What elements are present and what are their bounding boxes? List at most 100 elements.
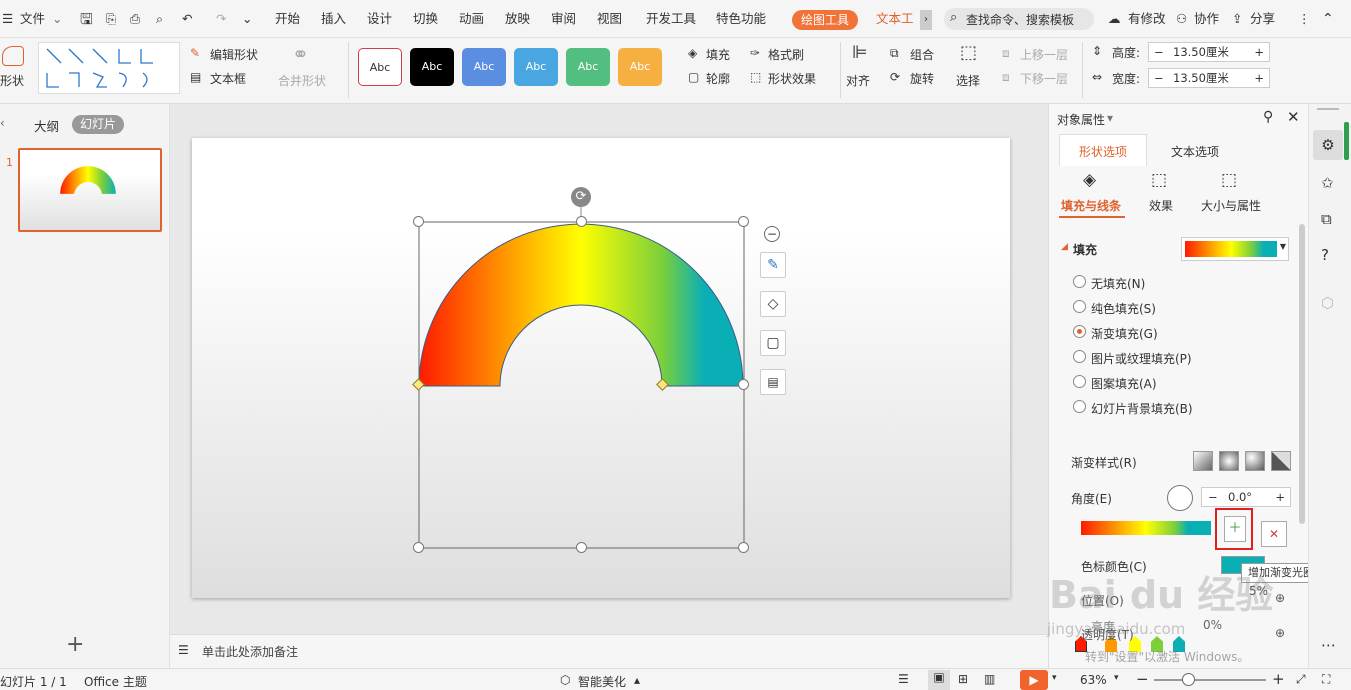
gradient-linear-icon[interactable] [1193,451,1213,471]
option-gradient-fill[interactable]: 渐变填充(G) [1091,325,1158,342]
slide-thumbnail[interactable] [18,148,162,232]
chevron-down-icon[interactable]: ▾ [1114,673,1119,683]
zoom-in-button[interactable]: + [1272,670,1285,688]
style-sample-4[interactable]: Abc [514,48,558,86]
chevron-down-icon[interactable]: ▾ [1052,673,1057,683]
bring-forward-button[interactable]: 上移一层 [1020,46,1068,63]
line-styles-gallery[interactable] [38,42,180,94]
transparency-increment-button[interactable]: ⊕ [1275,626,1285,640]
tab-developer[interactable]: 开发工具 [646,0,696,38]
file-menu[interactable]: 文件 [20,0,45,38]
tab-animation[interactable]: 动画 [459,0,484,38]
tab-text-options[interactable]: 文本选项 [1171,143,1219,160]
radio-slide-bg-fill[interactable] [1073,400,1086,413]
collapse-ribbon-icon[interactable]: ⌃ [1322,0,1334,38]
tab-design[interactable]: 设计 [367,0,392,38]
option-no-fill[interactable]: 无填充(N) [1091,275,1145,292]
tab-view[interactable]: 视图 [597,0,622,38]
tab-features[interactable]: 特色功能 [716,0,766,38]
properties-rail-icon[interactable]: ⚙ [1313,130,1343,160]
more-options-icon[interactable]: ⋮ [1298,0,1311,38]
has-changes-button[interactable]: 有修改 [1128,0,1166,38]
resize-handle[interactable] [738,216,749,227]
collapse-panel-icon[interactable]: ‹ [0,116,5,130]
fit-window-icon[interactable]: ⤢ [1296,672,1306,687]
width-increment-button[interactable]: + [1254,69,1264,87]
tab-review[interactable]: 审阅 [551,0,576,38]
share-button[interactable]: 分享 [1250,0,1275,38]
play-slideshow-icon[interactable]: ▶ [1020,670,1048,690]
height-input[interactable]: 13.50厘米 [1173,43,1229,61]
style-sample-5[interactable]: Abc [566,48,610,86]
reading-view-icon[interactable]: ▥ [984,672,995,686]
beautify-button[interactable]: 智能美化 [578,673,626,690]
redo-icon[interactable]: ↷ [216,0,226,38]
angle-decrement-button[interactable]: − [1208,488,1218,506]
style-sample-1[interactable]: Abc [358,48,402,86]
chevron-up-icon[interactable]: ▴ [634,673,640,687]
close-icon[interactable]: ✕ [1287,108,1300,126]
angle-stepper[interactable]: − 0.0° + [1201,487,1291,507]
gradient-path-icon[interactable] [1271,451,1291,471]
menu-icon[interactable]: ☰ [2,0,13,38]
zoom-level[interactable]: 63% [1080,673,1107,687]
gradient-radial-icon[interactable] [1219,451,1239,471]
search-box[interactable]: ⌕ 查找命令、搜索模板 [944,8,1094,30]
text-box-button[interactable]: 文本框 [210,70,246,87]
chevron-down-icon[interactable]: ⌄ [52,0,62,38]
shape-effect-button[interactable]: 形状效果 [768,70,816,87]
pane-scrollbar[interactable] [1299,224,1305,524]
position-increment-button[interactable]: ⊕ [1275,591,1285,605]
preview-icon[interactable]: ⌕ [156,0,163,38]
animation-rail-icon[interactable]: ✩ [1321,174,1334,192]
tab-effect[interactable]: 效果 [1149,197,1173,214]
tab-home[interactable]: 开始 [275,0,300,38]
style-brush-icon[interactable]: ✎ [760,252,786,278]
more-icon[interactable]: ⌄ [242,0,252,38]
remove-gradient-stop-icon[interactable]: ✕ [1261,521,1287,547]
resize-handle[interactable] [413,542,424,553]
option-solid-fill[interactable]: 纯色填充(S) [1091,300,1156,317]
rotate-handle-icon[interactable]: ⟳ [571,187,591,207]
add-slide-button[interactable]: + [66,632,84,657]
resize-handle[interactable] [413,216,424,227]
expand-fill-icon[interactable]: ◢ [1061,242,1068,252]
radio-picture-fill[interactable] [1073,350,1086,363]
rotate-button[interactable]: 旋转 [910,70,934,87]
option-pattern-fill[interactable]: 图案填充(A) [1091,375,1157,392]
tab-transition[interactable]: 切换 [413,0,438,38]
pin-icon[interactable]: ⚲ [1263,109,1273,125]
fullscreen-icon[interactable]: ⛶ [1322,672,1330,687]
edit-shape-button[interactable]: 编辑形状 [210,46,258,63]
radio-no-fill[interactable] [1073,275,1086,288]
tab-text-tools[interactable]: 文本工具 [876,0,918,38]
outline-frame-icon[interactable]: ▢ [760,330,786,356]
resize-handle[interactable] [576,216,587,227]
angle-dial-icon[interactable] [1167,485,1193,511]
layout-options-icon[interactable]: ▤ [760,369,786,395]
more-rail-icon[interactable]: ⋯ [1321,636,1336,654]
select-button[interactable]: 选择 [956,72,980,89]
tab-outline[interactable]: 大纲 [34,116,59,135]
normal-view-icon[interactable]: ▣ [928,670,950,690]
search-input[interactable]: 查找命令、搜索模板 [966,11,1074,28]
collab-button[interactable]: 协作 [1194,0,1219,38]
outline-button[interactable]: 轮廓 [706,70,730,87]
fill-bucket-icon[interactable]: ◇ [760,291,786,317]
style-sample-2[interactable]: Abc [410,48,454,86]
merge-shape-button[interactable]: 合并形状 [278,72,326,89]
fill-button[interactable]: 填充 [706,46,730,63]
notes-toggle-icon[interactable]: ☰ [898,672,909,686]
shape-button[interactable]: 形状 [0,72,24,89]
notes-input[interactable]: 单击此处添加备注 [202,643,298,660]
send-backward-button[interactable]: 下移一层 [1020,70,1068,87]
add-gradient-stop-icon[interactable]: ＋ [1224,516,1246,542]
copy-rail-icon[interactable]: ⧉ [1321,210,1332,228]
resize-handle[interactable] [738,379,749,390]
resize-handle[interactable] [576,542,587,553]
resize-handle[interactable] [738,542,749,553]
tab-insert[interactable]: 插入 [321,0,346,38]
slide-canvas[interactable] [192,138,1010,598]
option-picture-fill[interactable]: 图片或纹理填充(P) [1091,350,1192,367]
transparency-input[interactable]: 0% [1203,618,1222,632]
